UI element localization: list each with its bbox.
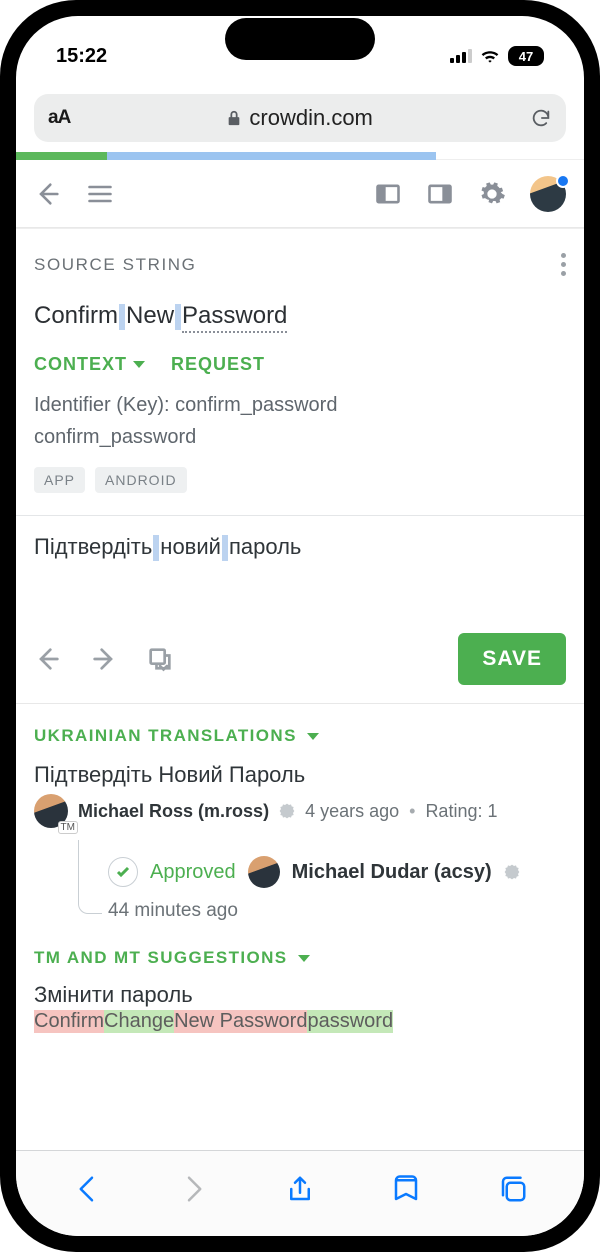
phone-screen: 15:22 47 aA crowdin.com (16, 16, 584, 1236)
status-time: 15:22 (56, 45, 166, 68)
reader-mode-icon[interactable]: aA (48, 107, 70, 129)
tag-chip[interactable]: ANDROID (95, 467, 187, 493)
url-display[interactable]: crowdin.com (80, 105, 520, 131)
source-string-text: Confirm New Password (16, 286, 584, 340)
space-marker-icon (153, 535, 159, 561)
tag-row: APP ANDROID (16, 463, 584, 515)
verified-icon (504, 864, 520, 880)
bookmarks-icon[interactable] (391, 1174, 421, 1204)
tm-suggestion-text[interactable]: Змінити пароль (16, 982, 584, 1008)
phone-frame: 15:22 47 aA crowdin.com (0, 0, 600, 1252)
tm-heading[interactable]: TM AND MT SUGGESTIONS (16, 926, 584, 982)
tm-badge: TM (58, 821, 78, 834)
chevron-down-icon (298, 955, 310, 962)
gear-icon[interactable] (478, 180, 506, 208)
space-marker-icon (175, 304, 181, 330)
thread-connector-icon (78, 840, 102, 914)
context-dropdown[interactable]: CONTEXT (34, 354, 145, 375)
translation-progress-bar (16, 152, 584, 160)
editor-toolbar (16, 160, 584, 228)
source-word[interactable]: Confirm (34, 302, 118, 331)
back-icon[interactable] (34, 180, 62, 208)
menu-icon[interactable] (86, 180, 114, 208)
source-word[interactable]: Password (182, 302, 287, 333)
cellular-icon (450, 49, 472, 63)
back-icon[interactable] (72, 1174, 102, 1204)
tm-diff: ConfirmChange New Passwordpassword (16, 1008, 584, 1033)
diff-added: Change (104, 1010, 174, 1033)
approver-name[interactable]: Michael Dudar (acsy) (292, 861, 492, 884)
translation-meta: TM Michael Ross (m.ross) 4 years ago • R… (34, 794, 566, 828)
translation-item[interactable]: Підтвердіть Новий Пароль TM Michael Ross… (16, 760, 584, 840)
request-label: REQUEST (171, 354, 265, 375)
url-text: crowdin.com (249, 105, 372, 131)
avatar (248, 856, 280, 888)
source-string-header: SOURCE STRING (16, 228, 584, 286)
tag-chip[interactable]: APP (34, 467, 85, 493)
chevron-down-icon (133, 361, 145, 368)
lock-icon (227, 110, 241, 126)
avatar: TM (34, 794, 68, 828)
address-bar[interactable]: aA crowdin.com (34, 94, 566, 142)
space-marker-icon (119, 304, 125, 330)
battery-icon: 47 (508, 46, 544, 66)
address-bar-row: aA crowdin.com (16, 88, 584, 152)
translation-age: 4 years ago (305, 801, 399, 822)
translations-heading-label: UKRAINIAN TRANSLATIONS (34, 726, 297, 746)
diff-deleted: New Password (174, 1010, 307, 1033)
key-value: confirm_password (34, 421, 566, 453)
layout-right-icon[interactable] (426, 180, 454, 208)
translations-heading[interactable]: UKRAINIAN TRANSLATIONS (16, 704, 584, 760)
safari-toolbar (16, 1150, 584, 1236)
space-marker-icon (222, 535, 228, 561)
translation-text: Підтвердіть Новий Пароль (34, 762, 566, 788)
translation-word: новий (160, 534, 221, 559)
avatar[interactable] (530, 176, 566, 212)
verified-icon (279, 803, 295, 819)
save-button[interactable]: SAVE (458, 633, 566, 685)
reload-icon[interactable] (530, 107, 552, 129)
translation-editor[interactable]: Підтвердіть новий пароль (16, 515, 584, 625)
status-indicators: 47 (450, 46, 544, 66)
diff-deleted: Confirm (34, 1010, 104, 1033)
dynamic-island (225, 18, 375, 60)
translation-word: пароль (229, 534, 301, 559)
context-toolbar: CONTEXT REQUEST (16, 340, 584, 383)
translation-word: Підтвердіть (34, 534, 152, 559)
layout-left-icon[interactable] (374, 180, 402, 208)
diff-added: password (307, 1010, 393, 1033)
share-icon[interactable] (285, 1174, 315, 1204)
wifi-icon (480, 48, 500, 64)
request-button[interactable]: REQUEST (171, 354, 265, 375)
source-string-label: SOURCE STRING (34, 255, 196, 275)
source-word[interactable]: New (126, 302, 174, 331)
next-string-icon[interactable] (90, 645, 118, 673)
more-icon[interactable] (561, 253, 566, 276)
separator: • (409, 801, 415, 822)
chevron-down-icon (307, 733, 319, 740)
approved-check-icon (108, 857, 138, 887)
prev-string-icon[interactable] (34, 645, 62, 673)
identifier-line: Identifier (Key): confirm_password (34, 389, 566, 421)
notification-dot-icon (556, 174, 570, 188)
editor-action-toolbar: SAVE (16, 625, 584, 704)
forward-icon (179, 1174, 209, 1204)
copy-source-icon[interactable] (146, 645, 174, 673)
context-label: CONTEXT (34, 354, 127, 375)
translation-rating: Rating: 1 (425, 801, 497, 822)
tm-heading-label: TM AND MT SUGGESTIONS (34, 948, 288, 968)
source-meta: Identifier (Key): confirm_password confi… (16, 383, 584, 463)
author-name[interactable]: Michael Ross (m.ross) (78, 801, 269, 822)
tabs-icon[interactable] (498, 1174, 528, 1204)
approved-label: Approved (150, 861, 236, 884)
